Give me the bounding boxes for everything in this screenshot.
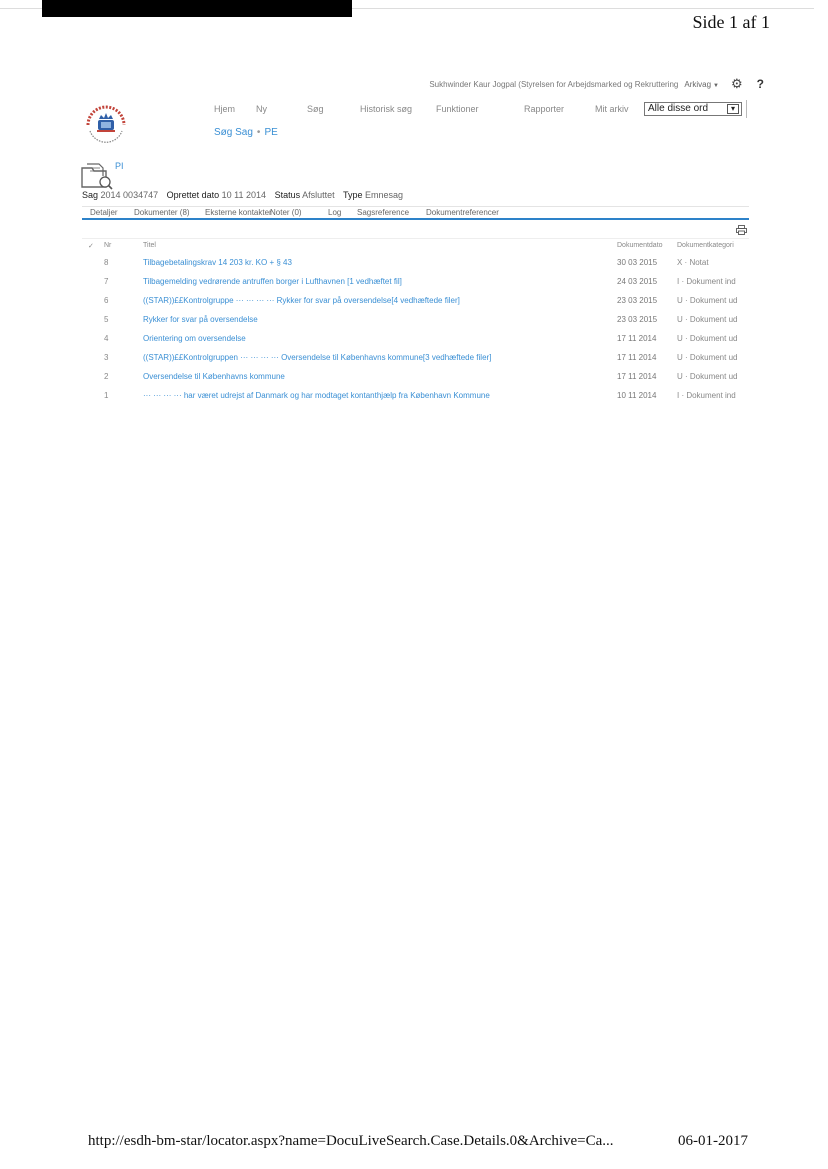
status-key: Status: [274, 190, 301, 200]
row-title-link[interactable]: Orientering om oversendelse: [143, 334, 246, 343]
row-date: 23 03 2015: [617, 315, 658, 324]
row-category: I · Dokument ind: [677, 277, 736, 286]
tab-details[interactable]: Detaljer: [90, 208, 118, 217]
row-title-link[interactable]: Tilbagemelding vedrørende antruffen borg…: [143, 277, 402, 286]
case-summary: Sag 2014 0034747 Oprettet dato 10 11 201…: [82, 190, 409, 200]
case-id-value: 2014 0034747: [100, 190, 159, 200]
tab-documents[interactable]: Dokumenter (8): [134, 208, 190, 217]
search-mode-value: Alle disse ord: [648, 103, 709, 114]
nav-reports[interactable]: Rapporter: [524, 104, 564, 114]
column-header-date[interactable]: Dokumentdato: [617, 242, 663, 249]
caret-down-icon: ▼: [713, 82, 719, 89]
archive-label: Arkivag: [684, 79, 712, 89]
row-category: X · Notat: [677, 258, 709, 267]
row-title-link[interactable]: ((STAR))££Kontrolgruppe ··· ··· ··· ··· …: [143, 296, 460, 305]
nav-search[interactable]: Søg: [307, 104, 324, 114]
tabs-top-rule: [82, 206, 749, 207]
breadcrumb-separator: •: [256, 127, 261, 138]
column-header-nr[interactable]: Nr: [104, 242, 111, 249]
case-icon-label: PI: [115, 161, 124, 171]
tab-document-references[interactable]: Dokumentreferencer: [426, 208, 499, 217]
search-divider: [746, 100, 747, 118]
column-header-title[interactable]: Titel: [143, 242, 156, 249]
case-id-key: Sag: [82, 190, 99, 200]
tab-case-reference[interactable]: Sagsreference: [357, 208, 409, 217]
row-title-link[interactable]: Rykker for svar på oversendelse: [143, 315, 258, 324]
print-top-rule: [352, 8, 814, 9]
breadcrumb-parent[interactable]: Søg Sag: [214, 127, 253, 138]
table-row[interactable]: 5 Rykker for svar på oversendelse 23 03 …: [82, 315, 749, 334]
row-date: 17 11 2014: [617, 353, 657, 362]
created-key: Oprettet dato: [166, 190, 220, 200]
type-key: Type: [342, 190, 363, 200]
breadcrumb-current: PE: [264, 127, 278, 138]
row-nr: 7: [104, 277, 109, 286]
row-nr: 6: [104, 296, 109, 305]
printer-icon[interactable]: [736, 225, 747, 235]
breadcrumb: Søg Sag • PE: [214, 127, 278, 138]
row-nr: 3: [104, 353, 109, 362]
table-row[interactable]: 7 Tilbagemelding vedrørende antruffen bo…: [82, 277, 749, 296]
status-value: Afsluttet: [302, 190, 335, 200]
row-date: 17 11 2014: [617, 334, 657, 343]
tab-notes[interactable]: Noter (0): [270, 208, 302, 217]
row-category: U · Dokument ud: [677, 296, 738, 305]
agency-logo: [86, 105, 126, 143]
print-footer: http://esdh-bm-star/locator.aspx?name=Do…: [88, 1133, 768, 1150]
row-title-link[interactable]: ··· ··· ··· ··· har været udrejst af Dan…: [143, 391, 490, 400]
tabs-active-rule: [82, 218, 749, 220]
row-category: U · Dokument ud: [677, 334, 738, 343]
case-folder-icon: [81, 163, 113, 190]
chevron-down-icon[interactable]: ▾: [727, 104, 739, 114]
row-nr: 4: [104, 334, 109, 343]
row-category: I · Dokument ind: [677, 391, 736, 400]
nav-historic-search[interactable]: Historisk søg: [360, 104, 412, 114]
archive-menu[interactable]: Arkivag ▼: [684, 80, 719, 89]
user-name[interactable]: Sukhwinder Kaur Jogpal (Styrelsen for Ar…: [429, 80, 678, 89]
row-nr: 5: [104, 315, 109, 324]
column-header-category[interactable]: Dokumentkategori: [677, 242, 734, 249]
print-top-rule-left: [0, 8, 42, 9]
footer-url: http://esdh-bm-star/locator.aspx?name=Do…: [88, 1133, 614, 1149]
row-nr: 8: [104, 258, 109, 267]
row-nr: 1: [104, 391, 109, 400]
table-header-rule: [82, 238, 749, 239]
row-date: 23 03 2015: [617, 296, 658, 305]
table-row[interactable]: 2 Oversendelse til Københavns kommune 17…: [82, 372, 749, 391]
row-date: 17 11 2014: [617, 372, 657, 381]
row-title-link[interactable]: Tilbagebetalingskrav 14 203 kr. KO + § 4…: [143, 258, 292, 267]
page-number-label: Side 1 af 1: [692, 12, 770, 32]
nav-functions[interactable]: Funktioner: [436, 104, 479, 114]
select-all-check-icon[interactable]: ✓: [88, 242, 94, 250]
tab-external-contacts[interactable]: Eksterne kontakter: [205, 208, 272, 217]
search-mode-select[interactable]: Alle disse ord ▾: [644, 102, 742, 116]
row-date: 10 11 2014: [617, 391, 657, 400]
documents-table: 8 Tilbagebetalingskrav 14 203 kr. KO + §…: [82, 258, 749, 410]
table-row[interactable]: 3 ((STAR))££Kontrolgruppen ··· ··· ··· ·…: [82, 353, 749, 372]
table-row[interactable]: 6 ((STAR))££Kontrolgruppe ··· ··· ··· ··…: [82, 296, 749, 315]
nav-my-archive[interactable]: Mit arkiv: [595, 104, 629, 114]
footer-date: 06-01-2017: [678, 1133, 748, 1149]
row-title-link[interactable]: Oversendelse til Københavns kommune: [143, 372, 285, 381]
row-category: U · Dokument ud: [677, 372, 738, 381]
table-row[interactable]: 4 Orientering om oversendelse 17 11 2014…: [82, 334, 749, 353]
nav-new[interactable]: Ny: [256, 104, 267, 114]
row-date: 30 03 2015: [617, 258, 658, 267]
row-nr: 2: [104, 372, 109, 381]
gear-icon[interactable]: ⚙: [731, 76, 743, 92]
row-date: 24 03 2015: [617, 277, 658, 286]
tab-log[interactable]: Log: [328, 208, 341, 217]
row-category: U · Dokument ud: [677, 315, 738, 324]
created-value: 10 11 2014: [221, 190, 267, 200]
type-value: Emnesag: [365, 190, 404, 200]
row-title-link[interactable]: ((STAR))££Kontrolgruppen ··· ··· ··· ···…: [143, 353, 491, 362]
nav-home[interactable]: Hjem: [214, 104, 235, 114]
help-icon[interactable]: ?: [757, 77, 764, 91]
table-row[interactable]: 1 ··· ··· ··· ··· har været udrejst af D…: [82, 391, 749, 410]
table-row[interactable]: 8 Tilbagebetalingskrav 14 203 kr. KO + §…: [82, 258, 749, 277]
redaction-bar: [42, 0, 352, 17]
user-bar: Sukhwinder Kaur Jogpal (Styrelsen for Ar…: [429, 76, 764, 92]
row-category: U · Dokument ud: [677, 353, 738, 362]
